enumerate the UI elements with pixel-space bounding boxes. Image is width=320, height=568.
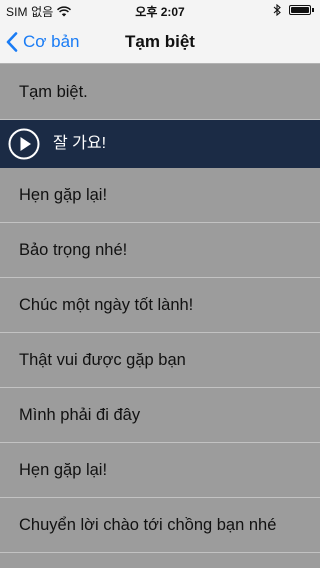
battery-fill bbox=[291, 7, 309, 13]
phrase-text: Hẹn gặp lại! bbox=[19, 461, 108, 479]
phrase-row-playing[interactable]: 잘 가요! bbox=[0, 120, 320, 168]
phrase-row[interactable]: Chúc một ngày tốt lành! bbox=[0, 278, 320, 333]
phrase-text: Thật vui được gặp bạn bbox=[19, 351, 186, 369]
page-title: Tạm biệt bbox=[125, 32, 195, 51]
battery-icon bbox=[289, 5, 311, 15]
phrase-row[interactable]: Chuyển lời chào tới chồng bạn nhé bbox=[0, 498, 320, 553]
phrase-row[interactable]: Tạm biệt. bbox=[0, 64, 320, 120]
phrase-row[interactable]: Bảo trọng nhé! bbox=[0, 223, 320, 278]
bluetooth-icon bbox=[273, 4, 281, 16]
phrase-text: Chuyển lời chào tới chồng bạn nhé bbox=[19, 516, 277, 534]
status-bar: SIM 없음 오후 2:07 bbox=[0, 0, 320, 20]
phrase-text: Tạm biệt. bbox=[19, 83, 88, 101]
phrase-row[interactable]: Hẹn gặp lại! bbox=[0, 443, 320, 498]
phrase-row[interactable]: Hẹn gặp lại! bbox=[0, 168, 320, 223]
phrase-translation-text: 잘 가요! bbox=[53, 135, 107, 152]
phrase-text: Bảo trọng nhé! bbox=[19, 241, 128, 259]
phrase-row[interactable]: Thật vui được gặp bạn bbox=[0, 333, 320, 388]
phrase-text: Mình phải đi đây bbox=[19, 406, 141, 424]
play-circle-icon[interactable] bbox=[8, 128, 40, 160]
phrase-row[interactable]: Mình phải đi đây bbox=[0, 388, 320, 443]
battery-tip bbox=[312, 8, 314, 12]
phrase-text: Hẹn gặp lại! bbox=[19, 186, 108, 204]
status-right bbox=[273, 4, 314, 16]
screen: SIM 없음 오후 2:07 Cơ bản Tạm biệt Tạm biệt.… bbox=[0, 0, 320, 568]
phrase-list: Tạm biệt. 잘 가요! Hẹn gặp lại! Bảo trọng n… bbox=[0, 64, 320, 553]
navigation-bar: Cơ bản Tạm biệt bbox=[0, 20, 320, 64]
status-time: 오후 2:07 bbox=[135, 5, 185, 19]
phrase-text: Chúc một ngày tốt lành! bbox=[19, 296, 194, 314]
